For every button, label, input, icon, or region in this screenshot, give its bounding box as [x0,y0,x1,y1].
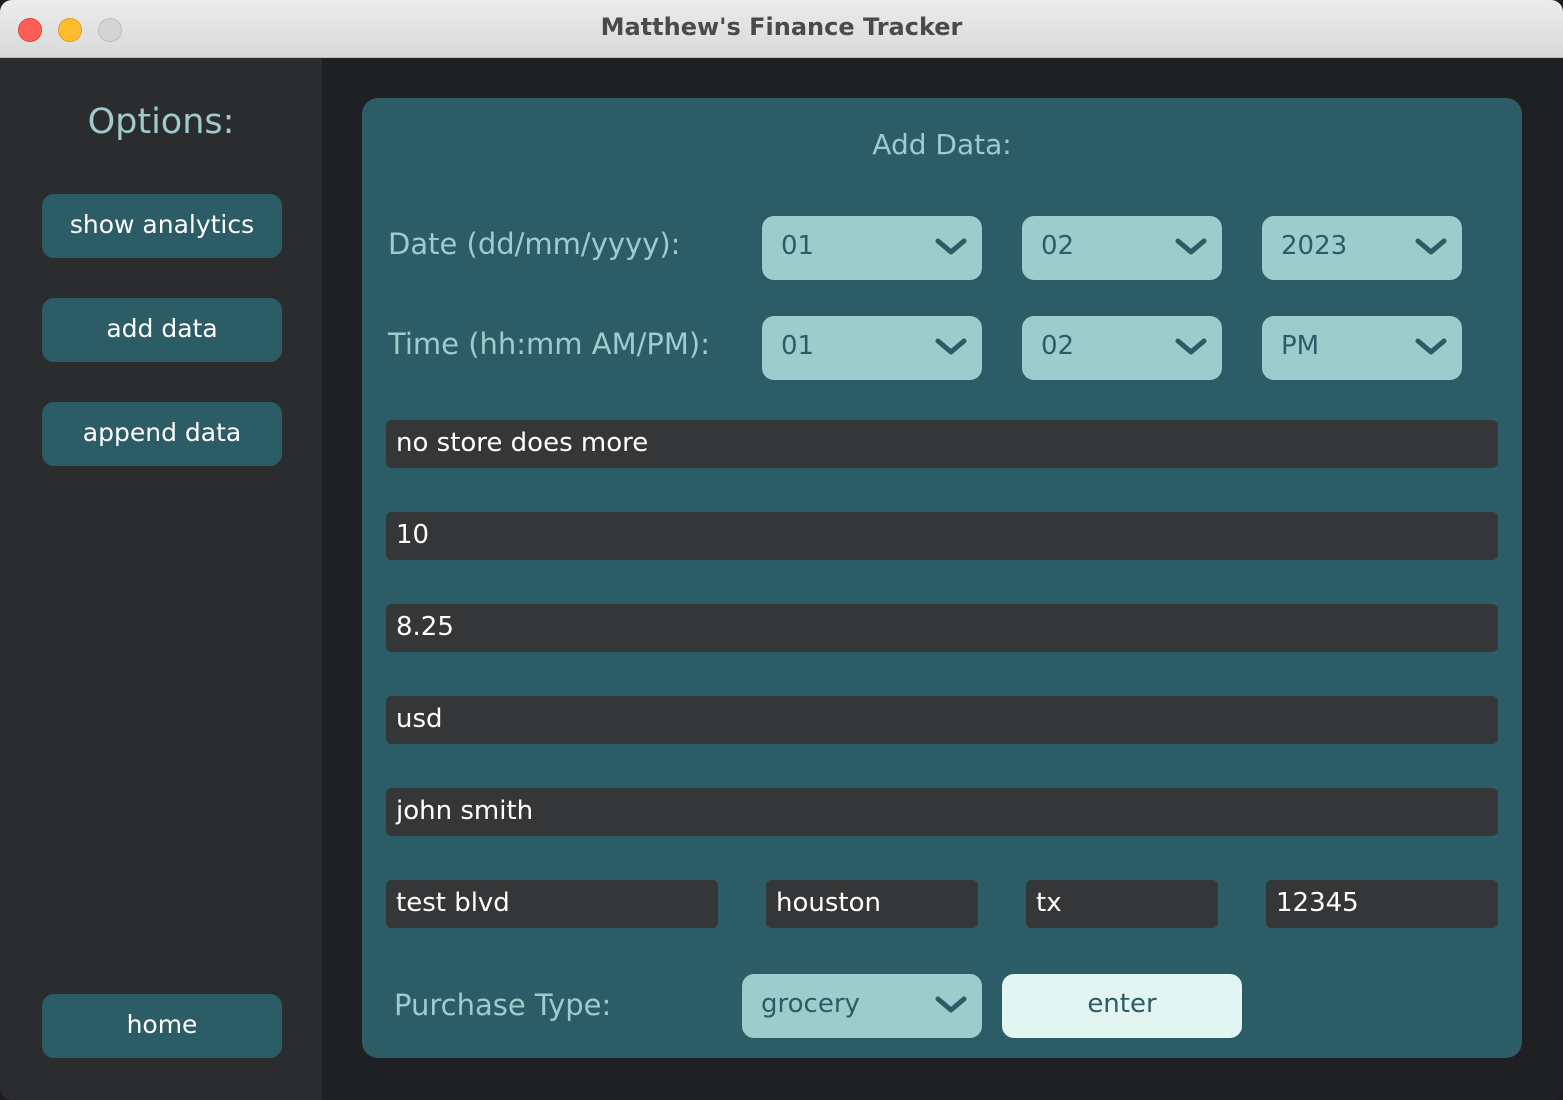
ampm-value: PM [1281,331,1320,361]
month-value: 02 [1041,231,1075,261]
date-label: Date (dd/mm/yyyy): [388,227,681,261]
ampm-dropdown[interactable]: PM [1262,316,1462,380]
minute-value: 02 [1041,331,1075,361]
title-bar: Matthew's Finance Tracker [0,0,1563,58]
month-dropdown[interactable]: 02 [1022,216,1222,280]
day-value: 01 [781,231,815,261]
sidebar: Options: show analytics add data append … [0,58,322,1100]
chevron-down-icon [935,996,967,1013]
amount-field[interactable]: 8.25 [386,604,1498,652]
purchase-type-label: Purchase Type: [394,988,612,1022]
chevron-down-icon [1175,238,1207,255]
store-field[interactable]: no store does more [386,420,1498,468]
app-window: Matthew's Finance Tracker Options: show … [0,0,1563,1100]
main-area: Add Data: Date (dd/mm/yyyy): 01 02 2023 … [322,58,1563,1100]
show-analytics-button[interactable]: show analytics [42,194,282,258]
enter-button[interactable]: enter [1002,974,1242,1038]
chevron-down-icon [1175,338,1207,355]
chevron-down-icon [1415,238,1447,255]
street-field[interactable]: test blvd [386,880,718,928]
state-field[interactable]: tx [1026,880,1218,928]
add-data-panel: Add Data: Date (dd/mm/yyyy): 01 02 2023 … [362,98,1522,1058]
purchase-type-value: grocery [761,989,860,1019]
quantity-field[interactable]: 10 [386,512,1498,560]
chevron-down-icon [935,238,967,255]
time-label: Time (hh:mm AM/PM): [388,327,710,361]
day-dropdown[interactable]: 01 [762,216,982,280]
minute-dropdown[interactable]: 02 [1022,316,1222,380]
panel-title: Add Data: [872,128,1012,161]
year-dropdown[interactable]: 2023 [1262,216,1462,280]
currency-field[interactable]: usd [386,696,1498,744]
add-data-button[interactable]: add data [42,298,282,362]
chevron-down-icon [1415,338,1447,355]
purchase-type-dropdown[interactable]: grocery [742,974,982,1038]
name-field[interactable]: john smith [386,788,1498,836]
hour-dropdown[interactable]: 01 [762,316,982,380]
city-field[interactable]: houston [766,880,978,928]
sidebar-title: Options: [87,102,235,142]
home-button[interactable]: home [42,994,282,1058]
hour-value: 01 [781,331,815,361]
window-title: Matthew's Finance Tracker [600,13,963,41]
chevron-down-icon [935,338,967,355]
year-value: 2023 [1281,231,1348,261]
zip-field[interactable]: 12345 [1266,880,1498,928]
append-data-button[interactable]: append data [42,402,282,466]
